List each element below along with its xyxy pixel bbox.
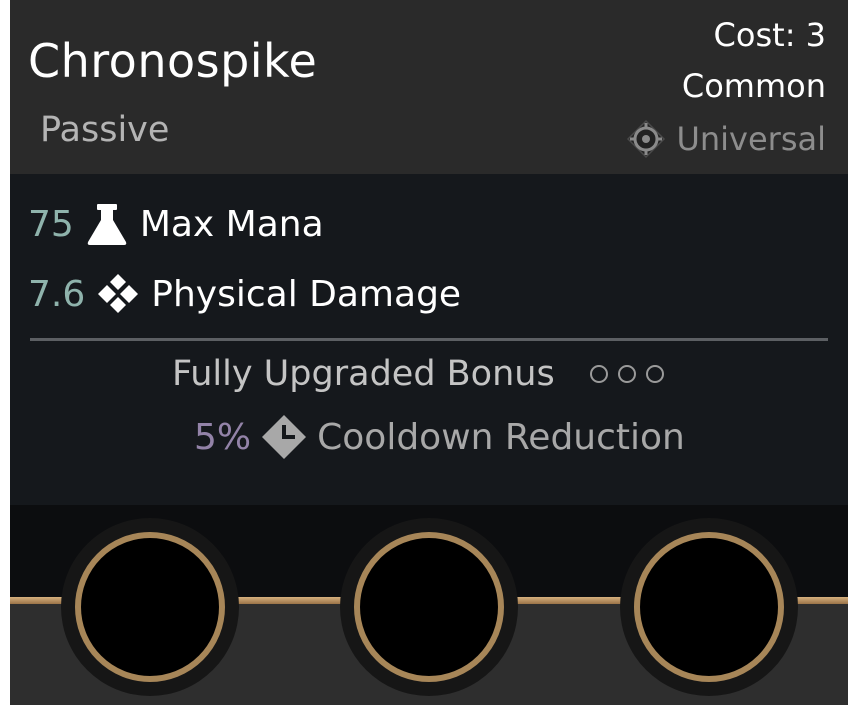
stat-label: Physical Damage — [151, 273, 462, 315]
bonus-row: 5% Cooldown Reduction — [194, 412, 685, 462]
stat-label: Max Mana — [139, 203, 324, 245]
cooldown-clock-diamond-icon — [262, 415, 307, 459]
upgrade-pip — [618, 365, 636, 383]
item-category: Universal — [626, 118, 826, 160]
physical-damage-diamonds-icon — [98, 274, 139, 313]
item-type: Passive — [40, 110, 170, 150]
socket-ring — [75, 532, 225, 682]
stat-value: 75 — [28, 203, 74, 245]
item-name: Chronospike — [28, 34, 318, 88]
item-category-label: Universal — [676, 120, 826, 158]
crosshair-emblem-icon — [627, 119, 666, 159]
upgrade-socket-1[interactable] — [61, 518, 239, 696]
upgrade-pip — [590, 365, 608, 383]
card-header: Chronospike Passive Cost: 3 Common Unive… — [10, 0, 848, 174]
item-card: Chronospike Passive Cost: 3 Common Unive… — [10, 0, 848, 705]
bonus-title: Fully Upgraded Bonus — [172, 354, 555, 394]
bonus-value: 5% — [194, 416, 252, 458]
upgrade-socket-2[interactable] — [340, 518, 518, 696]
upgrade-pips — [590, 365, 664, 383]
item-rarity: Common — [681, 67, 826, 105]
upgrade-pip — [646, 365, 664, 383]
upgrade-socket-3[interactable] — [620, 518, 798, 696]
stat-row-max-mana: 75 Max Mana — [28, 199, 324, 249]
socket-ring — [634, 532, 784, 682]
stat-value: 7.6 — [28, 273, 86, 315]
bonus-label: Cooldown Reduction — [317, 416, 685, 458]
flask-icon — [87, 204, 127, 245]
item-cost: Cost: 3 — [713, 16, 826, 54]
divider — [30, 338, 828, 341]
stat-row-physical-damage: 7.6 Physical Damage — [28, 269, 461, 319]
socket-ring — [354, 532, 504, 682]
